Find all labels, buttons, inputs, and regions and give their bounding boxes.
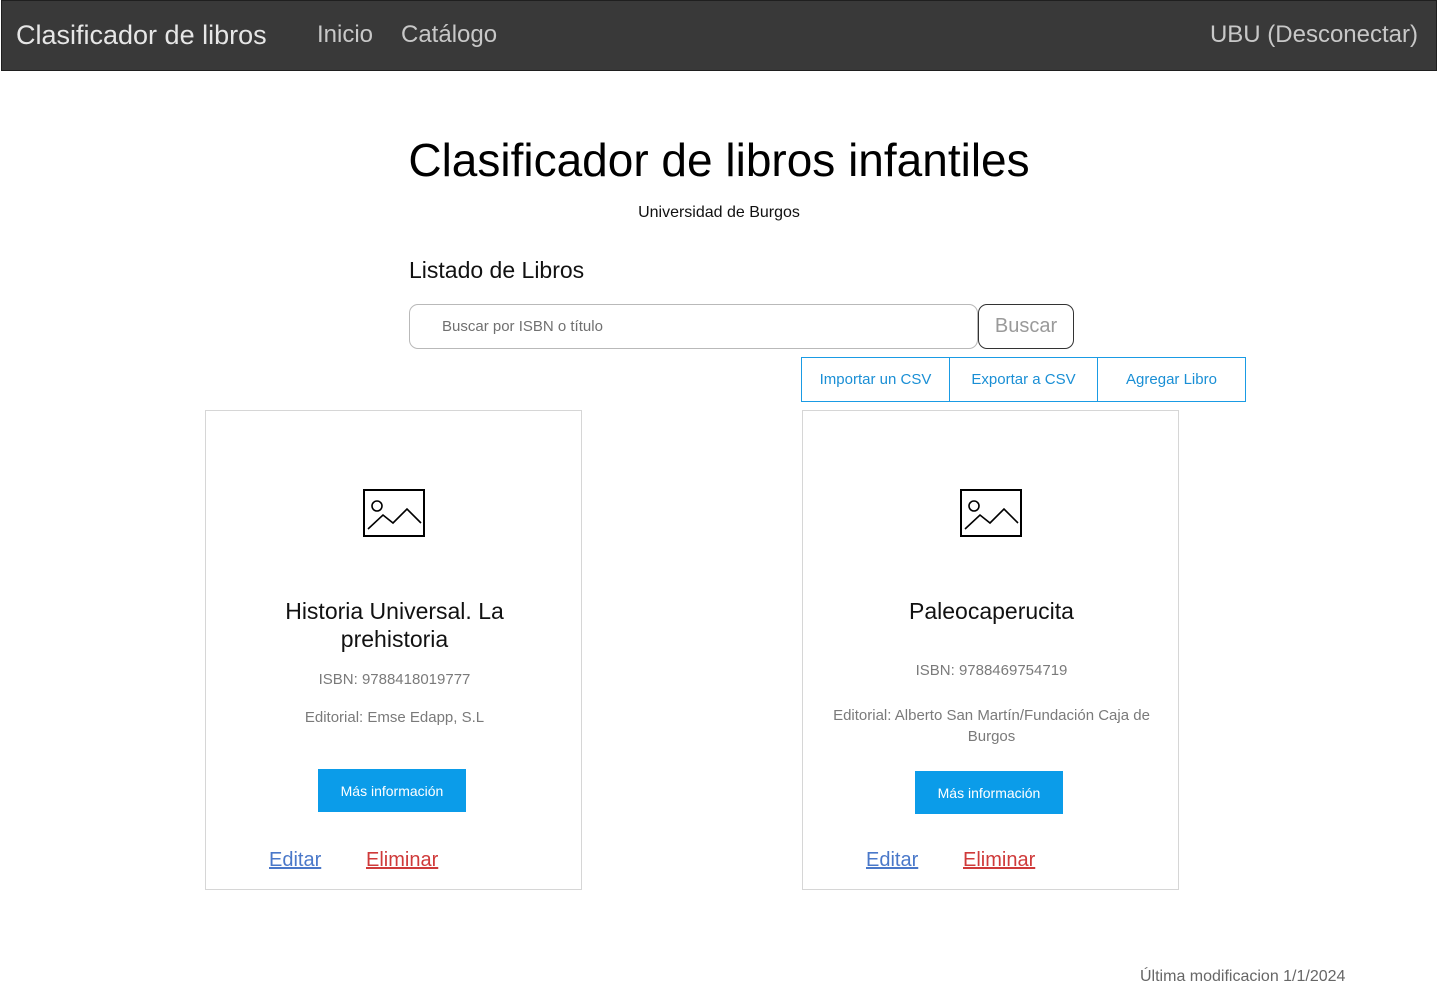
book-isbn: ISBN: 9788418019777	[318, 671, 471, 688]
search-button[interactable]: Buscar	[978, 304, 1074, 349]
page-title: Clasificador de libros infantiles	[408, 134, 1030, 186]
book-title: Historia Universal. La prehistoria	[285, 598, 504, 652]
image-placeholder-icon	[363, 489, 425, 537]
book-title: Paleocaperucita	[909, 598, 1074, 624]
more-info-button[interactable]: Más información	[915, 771, 1063, 814]
nav-link-catalogo[interactable]: Catálogo	[401, 21, 497, 49]
brand-link[interactable]: Clasificador de libros	[16, 20, 267, 51]
logout-link[interactable]: UBU (Desconectar)	[1210, 21, 1418, 49]
csv-action-group: Importar un CSV Exportar a CSV Agregar L…	[801, 357, 1246, 402]
export-csv-button[interactable]: Exportar a CSV	[949, 357, 1098, 402]
book-card: Paleocaperucita ISBN: 9788469754719 Edit…	[802, 410, 1179, 890]
page-subtitle: Universidad de Burgos	[638, 204, 800, 221]
edit-link[interactable]: Editar	[269, 849, 321, 872]
book-card: Historia Universal. La prehistoria ISBN:…	[205, 410, 582, 890]
book-isbn: ISBN: 9788469754719	[915, 662, 1068, 679]
top-navbar: Clasificador de libros Inicio Catálogo U…	[1, 0, 1437, 71]
image-placeholder-icon	[960, 489, 1022, 537]
edit-link[interactable]: Editar	[866, 849, 918, 872]
last-modified-text: Última modificacion 1/1/2024	[1140, 968, 1346, 985]
delete-link[interactable]: Eliminar	[366, 849, 438, 872]
nav-link-inicio[interactable]: Inicio	[317, 21, 373, 49]
more-info-button[interactable]: Más información	[318, 769, 466, 812]
search-input[interactable]	[409, 304, 978, 349]
section-title: Listado de Libros	[409, 257, 585, 283]
book-publisher: Editorial: Alberto San Martín/Fundación …	[833, 707, 1150, 745]
book-publisher: Editorial: Emse Edapp, S.L	[304, 709, 485, 726]
delete-link[interactable]: Eliminar	[963, 849, 1035, 872]
import-csv-button[interactable]: Importar un CSV	[801, 357, 950, 402]
add-book-button[interactable]: Agregar Libro	[1097, 357, 1246, 402]
